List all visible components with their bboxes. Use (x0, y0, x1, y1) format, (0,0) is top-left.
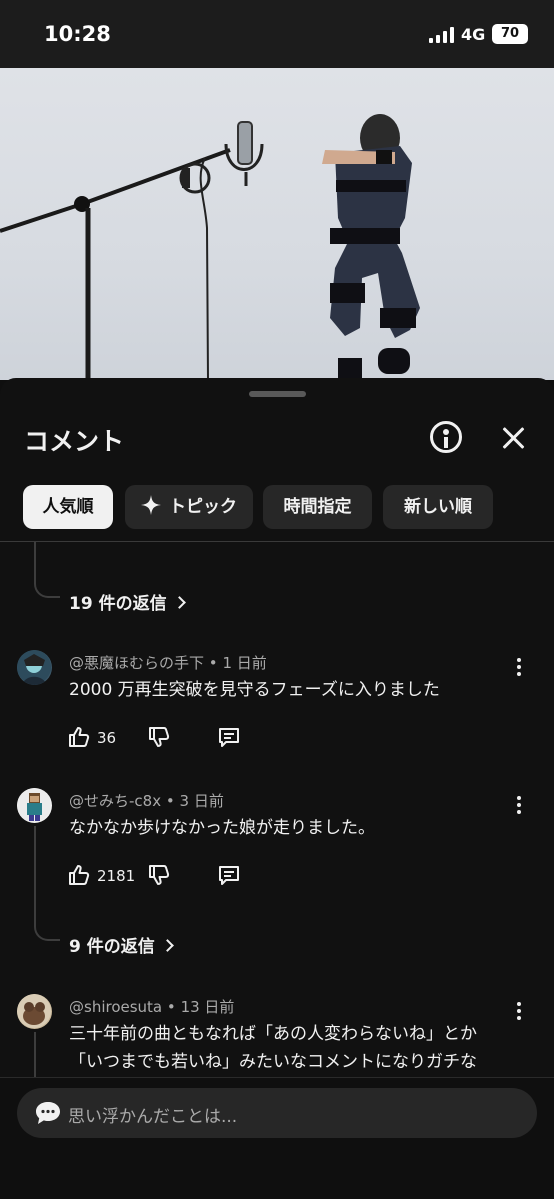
comment-author[interactable]: @shiroesuta (69, 998, 162, 1016)
meta-separator: • (166, 998, 176, 1016)
comment-meta: @悪魔ほむらの手下 • 1 日前 (69, 652, 267, 673)
more-options-icon[interactable] (514, 796, 524, 816)
comment-author[interactable]: @せみち-c8x (69, 792, 161, 810)
comment-age: 1 日前 (222, 654, 267, 672)
comment-text-line-2: 「いつまでも若いね」みたいなコメントになりガチな (69, 1052, 477, 1072)
sparkle-icon (141, 495, 161, 515)
more-options-icon[interactable] (514, 1002, 524, 1022)
more-options-icon[interactable] (514, 658, 524, 678)
video-player[interactable] (0, 68, 554, 380)
comment-meta: @shiroesuta • 13 日前 (69, 996, 234, 1017)
video-frame (0, 114, 420, 380)
comment-input[interactable]: 思い浮かんだことは... (17, 1088, 537, 1138)
like-icon[interactable] (67, 725, 91, 749)
avatar[interactable] (17, 650, 52, 685)
replies-link[interactable]: 9 件の返信 (69, 932, 174, 957)
chevron-right-icon (160, 939, 174, 952)
avatar[interactable] (17, 788, 52, 823)
meta-separator: • (165, 792, 175, 810)
comment-meta: @せみち-c8x • 3 日前 (69, 790, 224, 811)
like-count: 2181 (97, 867, 136, 885)
avatar[interactable] (17, 994, 52, 1029)
thread-line (34, 826, 36, 926)
comment-text: なかなか歩けなかった娘が走りました。 (69, 818, 375, 838)
comments-panel: コメント 人気順 トピック 時間指定 新しい順 19 件の返信 @悪魔ほむらの手… (0, 378, 554, 1199)
like-count: 36 (97, 729, 117, 747)
panel-title: コメント (24, 427, 125, 456)
chat-bubble-icon (36, 1102, 60, 1124)
meta-separator: • (208, 654, 218, 672)
comment-placeholder: 思い浮かんだことは... (68, 1107, 238, 1127)
comment-text: 2000 万再生突破を見守るフェーズに入りました (69, 680, 440, 700)
status-bar: 10:28 4G 70 (0, 0, 554, 68)
dislike-icon[interactable] (147, 725, 171, 749)
chip-timestamp[interactable]: 時間指定 (263, 485, 372, 529)
sort-chips: 人気順 トピック 時間指定 新しい順 (0, 485, 554, 531)
thread-curve (34, 578, 60, 598)
signal-icon (429, 27, 455, 43)
replies-link-label: 19 件の返信 (69, 594, 167, 614)
chip-topics[interactable]: トピック (125, 485, 253, 529)
comment-age: 13 日前 (180, 998, 235, 1016)
drag-handle[interactable] (249, 391, 306, 397)
comment-age: 3 日前 (179, 792, 224, 810)
thread-curve (34, 921, 60, 941)
comment-text-line-1: 三十年前の曲ともなれば「あの人変わらないね」とか (69, 1024, 477, 1044)
chip-popular[interactable]: 人気順 (23, 485, 113, 529)
reply-icon[interactable] (217, 863, 241, 887)
comment-actions: 2181 (67, 863, 257, 889)
chip-topics-label: トピック (169, 497, 237, 517)
like-icon[interactable] (67, 863, 91, 887)
thread-line (34, 1032, 36, 1077)
battery-icon: 70 (492, 24, 528, 44)
dislike-icon[interactable] (147, 863, 171, 887)
info-icon[interactable] (430, 421, 462, 453)
divider (0, 541, 554, 542)
reply-icon[interactable] (217, 725, 241, 749)
chip-newest[interactable]: 新しい順 (383, 485, 493, 529)
comment-author[interactable]: @悪魔ほむらの手下 (69, 654, 204, 672)
composer-bar: 思い浮かんだことは... (0, 1077, 554, 1199)
close-icon[interactable] (499, 424, 529, 454)
replies-link-label: 9 件の返信 (69, 937, 155, 957)
status-time: 10:28 (44, 22, 111, 46)
replies-link[interactable]: 19 件の返信 (69, 589, 186, 614)
chevron-right-icon (172, 596, 186, 609)
comment-actions: 36 (67, 725, 257, 751)
network-type: 4G (461, 25, 486, 44)
